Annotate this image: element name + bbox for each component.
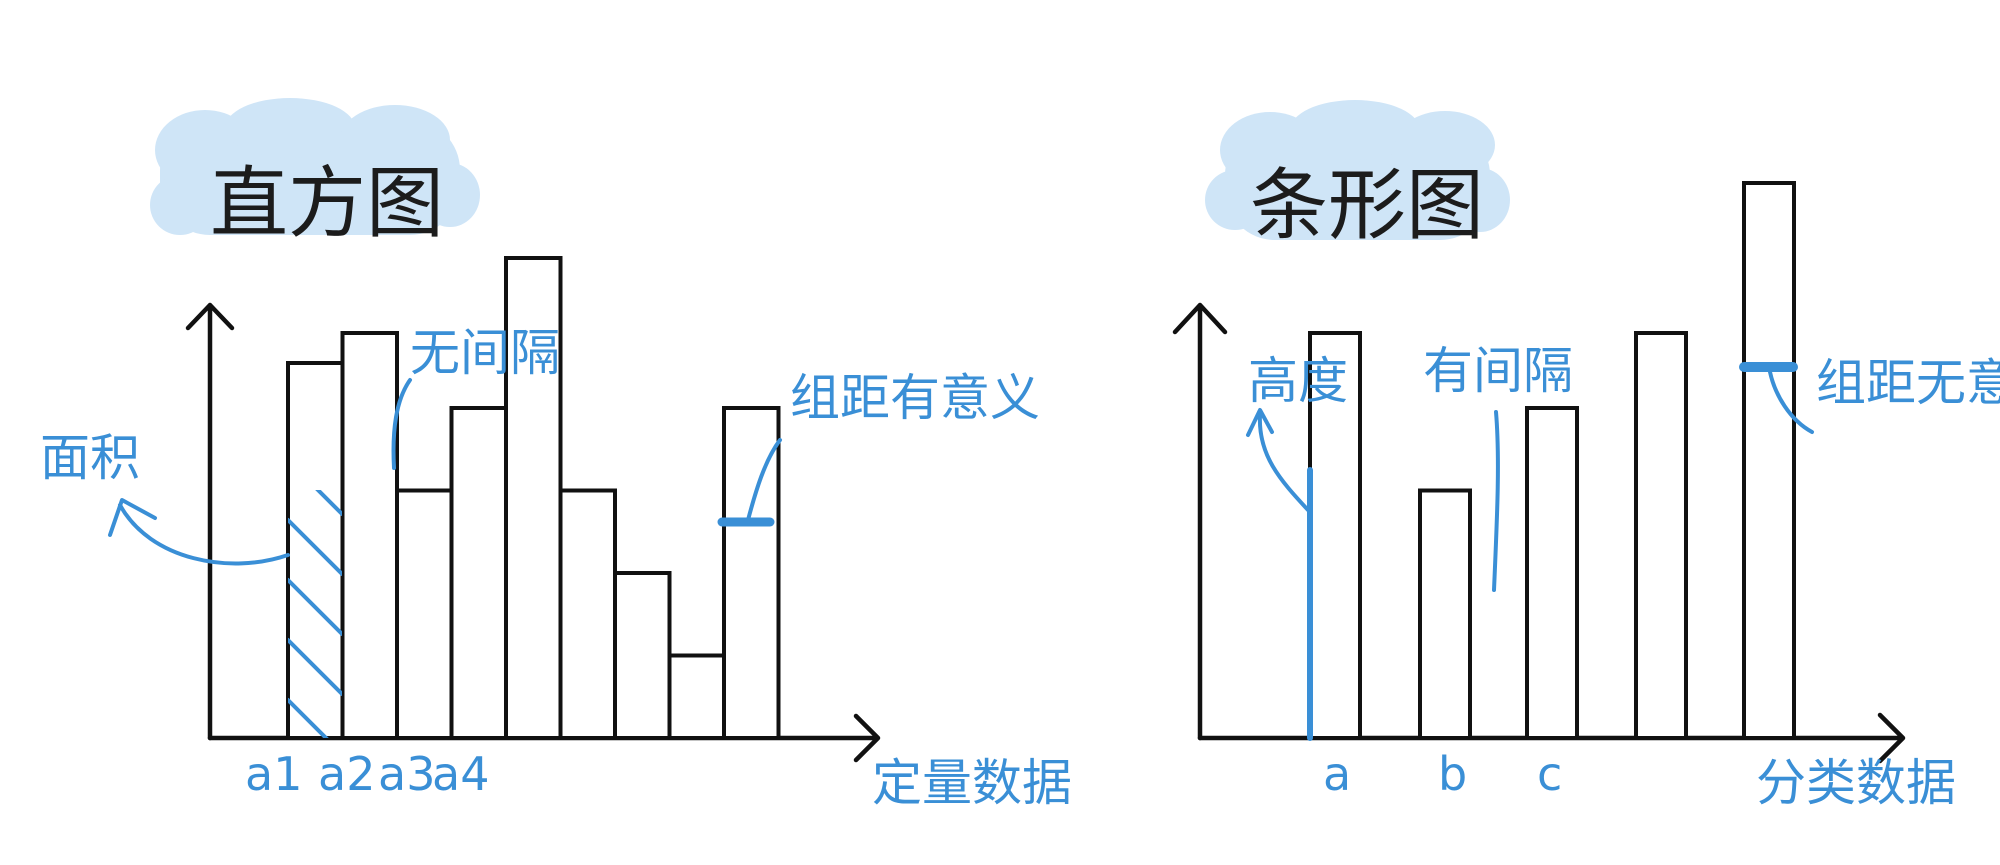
tick-a: a	[1323, 747, 1351, 801]
category-bar-3	[1525, 406, 1579, 740]
bar-chart-panel: 条形图 高度 有间隔 组距无意义 a b c 分类数据	[1172, 100, 2000, 812]
tick-a3: a3	[378, 747, 435, 801]
histogram-bar-3	[395, 488, 454, 740]
area-label: 面积	[40, 429, 140, 487]
tick-a4: a4	[432, 747, 489, 801]
bar-chart-ticks: a b c	[1323, 747, 1562, 801]
histogram-bar-1	[286, 361, 345, 740]
tick-a2: a2	[318, 747, 375, 801]
histogram-x-axis-label: 定量数据	[872, 754, 1072, 812]
bar-chart-bars	[1308, 181, 1796, 740]
histogram-bar-4	[449, 406, 508, 740]
bar-chart-x-axis-label: 分类数据	[1756, 754, 1956, 812]
gap-label: 有间隔	[1423, 342, 1573, 400]
tick-a1: a1	[245, 747, 302, 801]
histogram-bar-7	[613, 571, 672, 740]
histogram-ticks: a1 a2 a3 a4	[245, 747, 489, 801]
no-gap-label: 无间隔	[410, 324, 560, 382]
histogram-bar-8	[667, 653, 726, 740]
histogram-panel: 直方图 面积 无间隔 组距有意义 a1 a2 a3 a4 定量数据	[40, 98, 1072, 812]
gap-pointer	[1492, 410, 1500, 592]
tick-c: c	[1537, 747, 1562, 801]
category-bar-2	[1418, 488, 1472, 740]
tick-b: b	[1438, 747, 1467, 801]
comparison-diagram: 直方图 面积 无间隔 组距有意义 a1 a2 a3 a4 定量数据 条形图 高度…	[40, 98, 2000, 812]
bin-width-label: 组距有意义	[790, 369, 1040, 427]
area-pointer	[108, 498, 290, 566]
category-bar-4	[1634, 331, 1688, 740]
bar-bin-width-label: 组距无意义	[1816, 354, 2000, 412]
histogram-title: 直方图	[210, 159, 444, 249]
height-label: 高度	[1248, 352, 1348, 410]
histogram-bar-6	[558, 488, 617, 740]
histogram-bar-2	[340, 331, 399, 740]
height-pointer	[1246, 408, 1310, 512]
bar-chart-title: 条形图	[1250, 161, 1484, 251]
category-bar-5	[1742, 181, 1796, 740]
